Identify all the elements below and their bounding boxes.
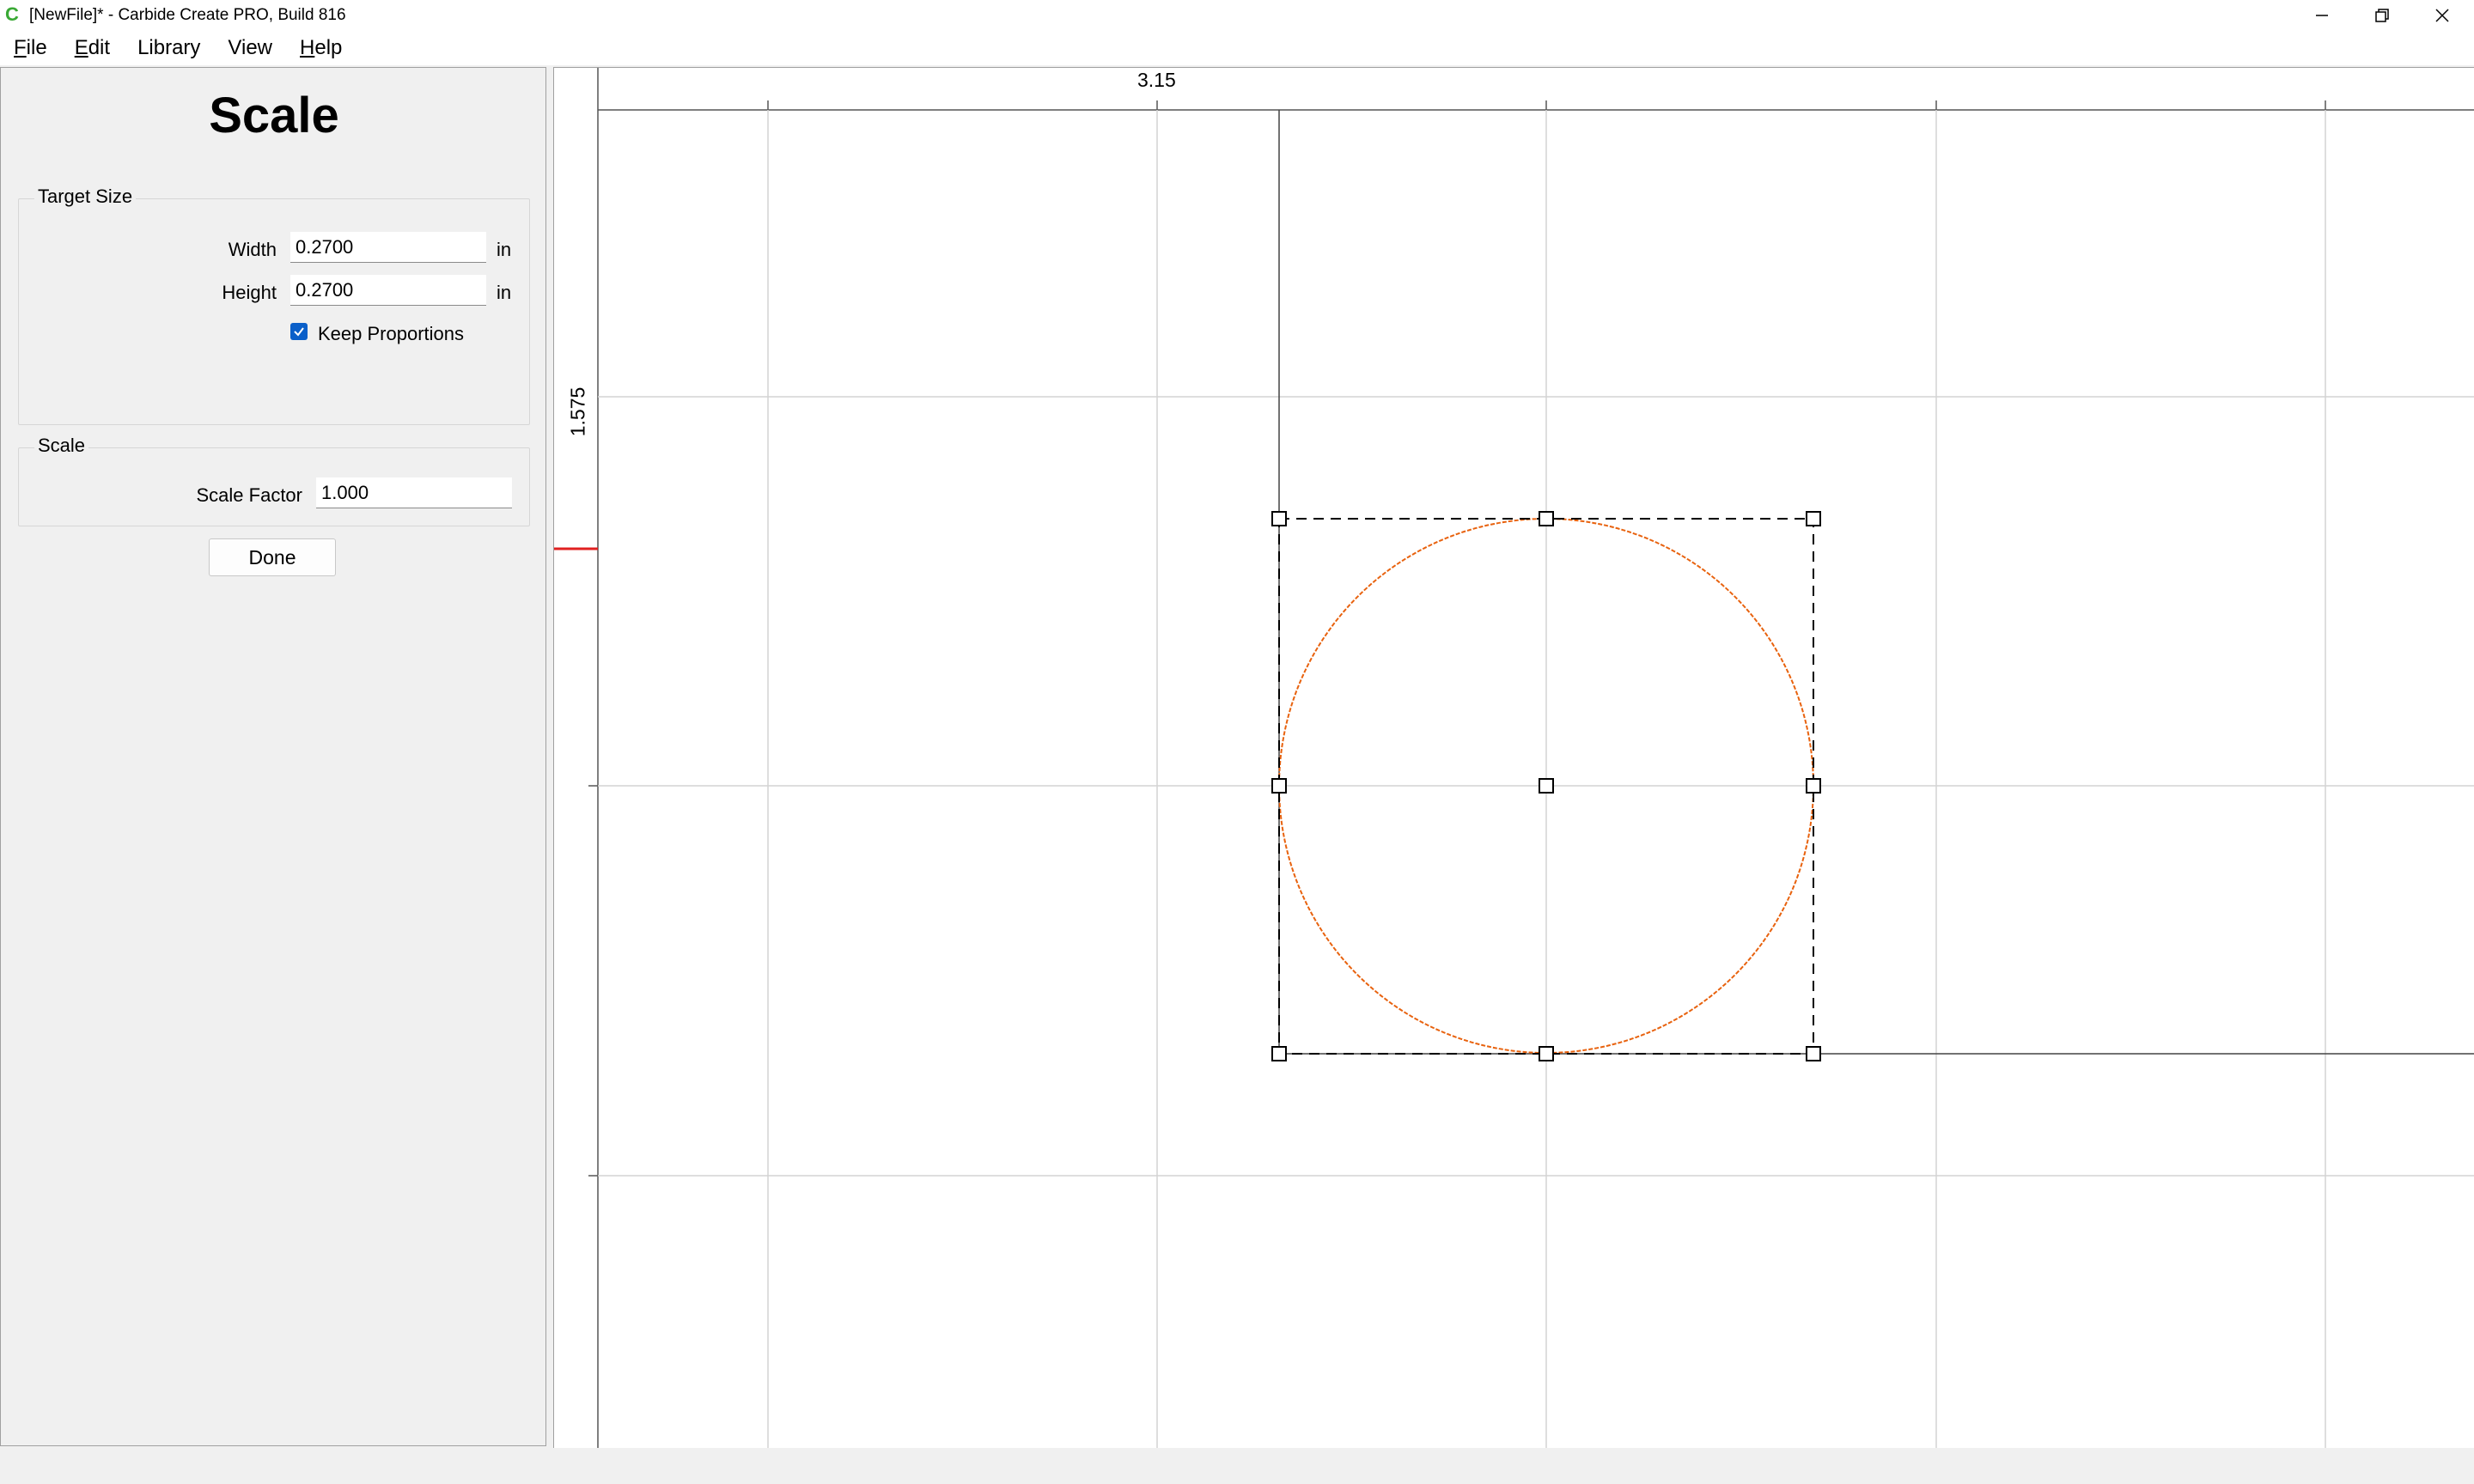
window-title: [NewFile]* - Carbide Create PRO, Build 8… (29, 6, 346, 24)
vertical-ruler (554, 68, 598, 1448)
scale-group-label: Scale (34, 435, 89, 457)
resize-handle-top-left[interactable] (1271, 511, 1287, 526)
menu-file[interactable]: File (0, 31, 61, 65)
done-button[interactable]: Done (209, 538, 336, 576)
design-canvas[interactable] (553, 67, 2474, 1448)
panel-title: Scale (209, 88, 339, 143)
resize-handle-bottom-left[interactable] (1271, 1046, 1287, 1061)
resize-handle-top-right[interactable] (1806, 511, 1821, 526)
scale-factor-input[interactable] (316, 477, 512, 508)
close-icon (2435, 9, 2449, 22)
keep-proportions-label: Keep Proportions (318, 323, 464, 344)
horizontal-ruler (554, 68, 2474, 110)
restore-icon (2375, 9, 2389, 22)
height-unit: in (497, 282, 512, 303)
resize-handle-top[interactable] (1539, 511, 1554, 526)
scale-panel: Scale Target Size Width in Height in Kee… (0, 67, 546, 1446)
width-input[interactable] (290, 232, 486, 263)
grid (598, 110, 2474, 1448)
minimize-icon (2316, 15, 2328, 16)
center-handle[interactable] (1539, 778, 1554, 794)
height-input[interactable] (290, 275, 486, 306)
menu-view[interactable]: View (214, 31, 286, 65)
target-size-group: Target Size Width in Height in Keep Prop… (18, 186, 530, 425)
status-bar (0, 1448, 2474, 1484)
menu-library[interactable]: Library (124, 31, 214, 65)
height-label: Height (222, 282, 277, 303)
menu-help[interactable]: Help (286, 31, 356, 65)
restore-button[interactable] (2352, 0, 2412, 31)
target-size-group-label: Target Size (34, 186, 137, 208)
resize-handle-right[interactable] (1806, 778, 1821, 794)
width-label: Width (228, 239, 277, 260)
minimize-button[interactable] (2292, 0, 2352, 31)
title-bar: C [NewFile]* - Carbide Create PRO, Build… (0, 0, 2474, 31)
ruler-x-label: 3.15 (1137, 69, 1176, 91)
menu-bar: File Edit Library View Help (0, 31, 2474, 65)
ruler-y-label: 1.575 (566, 386, 589, 437)
scale-factor-label: Scale Factor (196, 484, 303, 506)
resize-handle-bottom[interactable] (1539, 1046, 1554, 1061)
menu-edit[interactable]: Edit (61, 31, 124, 65)
resize-handle-bottom-right[interactable] (1806, 1046, 1821, 1061)
canvas-drawing[interactable] (554, 68, 2474, 1448)
width-unit: in (497, 239, 512, 260)
app-logo-icon: C (5, 3, 19, 25)
scale-group: Scale Scale Factor (18, 435, 530, 526)
close-button[interactable] (2412, 0, 2472, 31)
keep-proportions-checkbox[interactable] (290, 323, 308, 340)
checkmark-icon (294, 327, 304, 337)
resize-handle-left[interactable] (1271, 778, 1287, 794)
